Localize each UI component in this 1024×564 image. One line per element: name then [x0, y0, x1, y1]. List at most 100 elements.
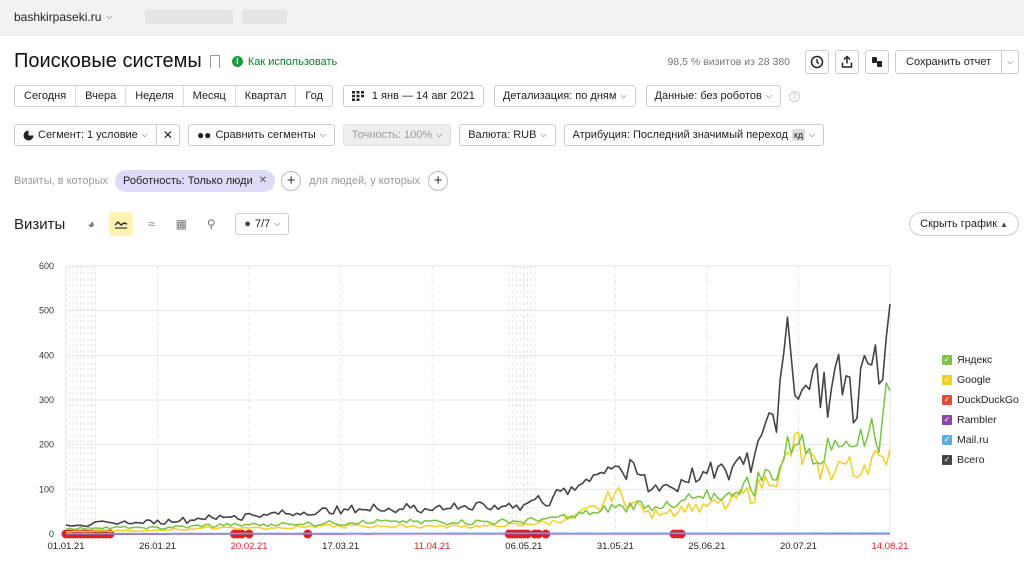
series-line-total — [65, 303, 891, 528]
event-marker — [101, 529, 111, 539]
legend-item-mailru[interactable]: ✓ Mail.ru — [942, 430, 1019, 450]
legend-label: Google — [957, 374, 991, 386]
detail-dropdown[interactable]: Детализация: по дням ⌵ — [493, 85, 636, 107]
series-count: 7/7 — [254, 218, 271, 230]
checkbox-icon[interactable]: ✓ — [942, 355, 952, 365]
currency-label: Валюта: RUB — [468, 129, 537, 141]
chevron-up-icon: ▲ — [1000, 220, 1008, 229]
bookmark-icon[interactable] — [209, 55, 220, 68]
chevron-down-icon: ⌵ — [274, 219, 281, 228]
legend-label: Rambler — [957, 414, 997, 426]
event-marker — [237, 529, 247, 539]
checkbox-icon[interactable]: ✓ — [942, 395, 952, 405]
help-icon[interactable]: ? — [788, 90, 800, 102]
event-marker — [511, 529, 521, 539]
segment-dropdown[interactable]: Сегмент: 1 условие ⌵ — [14, 124, 157, 146]
x-tick-label: 06.05.21 — [505, 541, 542, 552]
y-tick-label: 0 — [49, 529, 54, 539]
event-marker — [90, 529, 100, 539]
event-marker — [530, 529, 540, 539]
filter-suffix: для людей, у которых — [309, 175, 421, 187]
chevron-down-icon: ⌵ — [809, 130, 816, 139]
site-name: bashkirpaseki.ru — [14, 10, 102, 24]
event-marker — [233, 529, 243, 539]
howto-link[interactable]: i Как использовать — [231, 56, 337, 68]
event-marker — [515, 529, 525, 539]
event-markers — [61, 529, 686, 539]
x-tick-label: 25.06.21 — [688, 541, 725, 552]
data-dropdown[interactable]: Данные: без роботов ⌵ — [645, 85, 781, 107]
date-range-button[interactable]: 1 янв — 14 авг 2021 — [342, 85, 484, 107]
hide-chart-button[interactable]: Скрыть график ▲ — [909, 212, 1019, 236]
plot-frame — [65, 265, 891, 535]
event-marker — [522, 529, 532, 539]
period-quarter[interactable]: Квартал — [236, 86, 297, 106]
checkbox-icon[interactable]: ✓ — [942, 415, 952, 425]
chevron-down-icon[interactable]: ⌵ — [1002, 57, 1018, 67]
map-pin-icon[interactable]: ⚲ — [199, 212, 223, 236]
history-button[interactable] — [805, 50, 829, 74]
legend-item-duckduckgo[interactable]: ✓ DuckDuckGo — [942, 390, 1019, 410]
event-marker — [87, 529, 97, 539]
date-range-label: 1 янв — 14 авг 2021 — [371, 90, 475, 102]
chart-title: Визиты — [14, 215, 66, 233]
add-user-filter-button[interactable]: + — [428, 171, 449, 191]
y-tick-label: 300 — [39, 395, 54, 405]
x-tick-label: 11.04.21 — [414, 541, 450, 552]
close-icon[interactable]: ✕ — [259, 170, 267, 192]
attribution-label: Атрибуция: Последний значимый переход — [572, 129, 788, 141]
event-marker — [79, 529, 89, 539]
legend-item-rambler[interactable]: ✓ Rambler — [942, 410, 1019, 430]
data-label: Данные: без роботов — [654, 90, 762, 102]
save-report-label: Сохранить отчет — [896, 51, 1003, 73]
pie-chart-icon[interactable]: ◕ — [79, 212, 103, 236]
period-selector[interactable]: Сегодня Вчера Неделя Месяц Квартал Год — [14, 85, 333, 107]
period-year[interactable]: Год — [296, 86, 332, 106]
legend-item-yandex[interactable]: ✓ Яндекс — [942, 350, 1019, 370]
share-icon — [872, 57, 882, 67]
event-marker — [303, 529, 313, 539]
series-selector[interactable]: ● 7/7 ⌵ — [235, 213, 290, 235]
add-filter-button[interactable]: + — [281, 171, 302, 191]
period-week[interactable]: Неделя — [126, 86, 184, 106]
filter-pill[interactable]: Роботность: Только люди ✕ — [115, 170, 276, 192]
hide-chart-label: Скрыть график — [920, 218, 998, 230]
period-yesterday[interactable]: Вчера — [76, 86, 127, 106]
checkbox-icon[interactable]: ✓ — [942, 375, 952, 385]
chevron-down-icon: ⌵ — [319, 130, 326, 139]
x-tick-label: 20.02.21 — [231, 541, 268, 552]
bar-chart-icon[interactable]: ▦ — [169, 212, 193, 236]
site-selector[interactable]: bashkirpaseki.ru ⌵ — [14, 10, 112, 24]
event-marker — [519, 529, 529, 539]
title-row: Поисковые системы i Как использовать — [14, 50, 337, 73]
checkbox-icon[interactable]: ✓ — [942, 435, 952, 445]
legend-item-google[interactable]: ✓ Google — [942, 370, 1019, 390]
chevron-down-icon: ⌵ — [620, 91, 627, 100]
legend-item-total[interactable]: ✓ Всего — [942, 450, 1019, 470]
y-tick-label: 100 — [39, 484, 54, 494]
export-button[interactable] — [835, 50, 859, 74]
period-month[interactable]: Месяц — [184, 86, 236, 106]
x-tick-label: 26.01.21 — [139, 541, 176, 552]
currency-dropdown[interactable]: Валюта: RUB ⌵ — [459, 124, 556, 146]
filter-row: Визиты, в которых Роботность: Только люд… — [14, 170, 449, 192]
top-bar: bashkirpaseki.ru ⌵ — [0, 0, 1024, 36]
chevron-down-icon: ⌵ — [765, 91, 772, 100]
attribution-dropdown[interactable]: Атрибуция: Последний значимый переход кд… — [563, 124, 825, 146]
segment-clear-button[interactable]: ✕ — [156, 124, 180, 146]
blurred-counter-block — [242, 10, 287, 24]
area-chart-icon[interactable]: ≈ — [139, 212, 163, 236]
line-chart-icon[interactable] — [109, 212, 134, 236]
chevron-down-icon: ⌵ — [141, 130, 148, 139]
period-today[interactable]: Сегодня — [15, 86, 77, 106]
checkbox-icon[interactable]: ✓ — [942, 455, 952, 465]
x-tick-label: 31.05.21 — [597, 541, 634, 552]
filter-pill-label: Роботность: Только люди — [123, 175, 253, 187]
legend-label: DuckDuckGo — [957, 394, 1019, 406]
event-marker — [673, 529, 683, 539]
compare-segments-dropdown[interactable]: ●● Сравнить сегменты ⌵ — [187, 124, 335, 146]
period-row: Сегодня Вчера Неделя Месяц Квартал Год 1… — [14, 85, 800, 107]
subscribe-button[interactable] — [865, 50, 889, 74]
save-report-button[interactable]: Сохранить отчет ⌵ — [895, 50, 1019, 74]
event-marker — [65, 529, 75, 539]
